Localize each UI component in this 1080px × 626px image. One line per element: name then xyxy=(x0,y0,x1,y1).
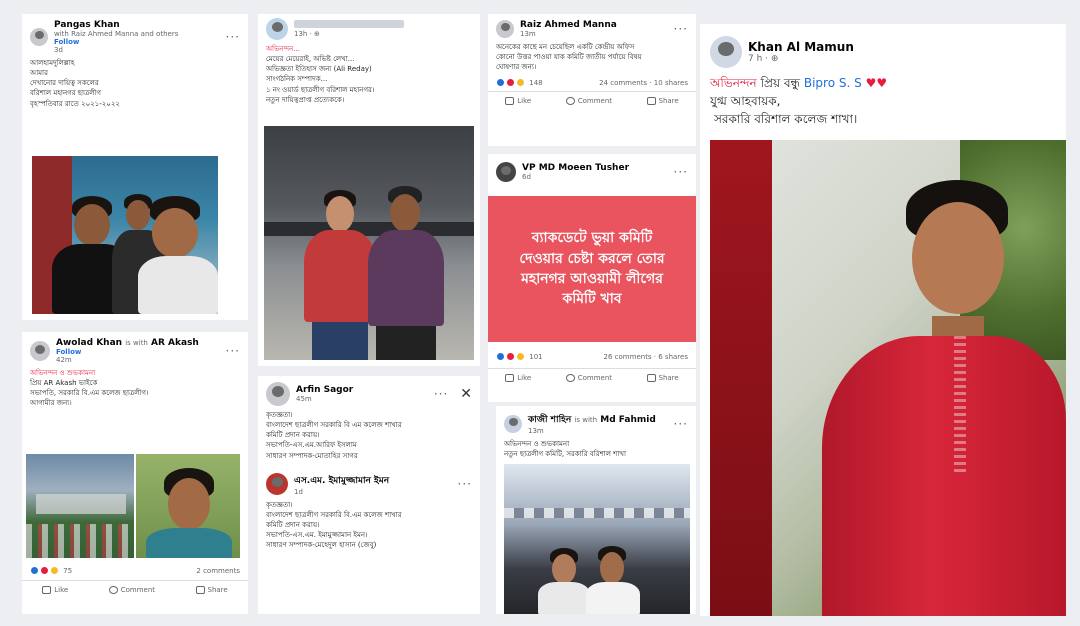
close-icon[interactable]: ✕ xyxy=(460,386,472,402)
follow-link[interactable]: Follow xyxy=(54,38,178,46)
avatar[interactable] xyxy=(30,341,50,361)
author-name[interactable]: এস.এম. ইমামুজ্জামান ইমন xyxy=(294,473,389,488)
more-options-icon[interactable]: ··· xyxy=(458,477,472,491)
comment-button[interactable]: Comment xyxy=(565,374,612,382)
comment-count[interactable]: 26 comments · 6 shares xyxy=(604,353,688,361)
globe-icon: ⊕ xyxy=(770,54,779,64)
author-name[interactable]: Raiz Ahmed Manna xyxy=(520,20,617,30)
post-time: 3d xyxy=(54,46,63,54)
more-options-icon[interactable]: ··· xyxy=(434,387,448,401)
post-text: অভিনন্দন ও শুভকামনা প্রিয় AR Akash ভাইক… xyxy=(30,369,149,408)
like-icon xyxy=(42,586,52,594)
post-kazi-shahin: কাজী শাহিন is with Md Fahmid 13m ··· অভি… xyxy=(496,406,696,614)
post-text: কৃতজ্ঞতা। বাংলাদেশ ছাত্রলীগ সরকারি বি এম… xyxy=(266,411,402,460)
avatar[interactable] xyxy=(266,18,288,40)
reaction-count[interactable]: 148 xyxy=(496,78,543,88)
post-time: 6d xyxy=(522,173,531,181)
post-meta: with Raiz Ahmed Manna and others xyxy=(54,30,179,38)
avatar[interactable] xyxy=(266,382,290,406)
reaction-count[interactable]: 101 xyxy=(496,352,543,361)
post-text: কৃতজ্ঞতা। বাংলাদেশ ছাত্রলীগ সরকারি বি.এম… xyxy=(266,500,402,550)
post-pangas-khan: Pangas Khan with Raiz Ahmed Manna and ot… xyxy=(22,14,248,320)
heart-icon: ♥♥ xyxy=(865,76,888,90)
comment-icon xyxy=(565,97,575,106)
comment-icon xyxy=(565,374,575,382)
author-name[interactable]: Khan Al Mamun xyxy=(748,40,854,54)
post-time: 13m xyxy=(520,30,536,38)
share-button[interactable]: Share xyxy=(646,374,679,382)
text-banner[interactable]: ব্যাকডেটে ভুয়া কমিটি দেওয়ার চেষ্টা করল… xyxy=(488,196,696,342)
friend-prefix: প্রিয় বন্ধু xyxy=(760,76,801,90)
author-name[interactable]: Awolad Khan xyxy=(56,338,122,348)
follow-link[interactable]: Follow xyxy=(56,348,199,356)
author-name[interactable]: Pangas Khan xyxy=(54,20,178,30)
column-4: Khan Al Mamun 7 h · ⊕ অভিনন্দন প্রিয় বন… xyxy=(700,24,1066,616)
like-button[interactable]: Like xyxy=(42,586,68,594)
comment-button[interactable]: Comment xyxy=(565,97,612,106)
column-2: 13h · ⊕ অভিনন্দন... মেয়ের মেয়েরাই, অভি… xyxy=(258,14,480,614)
column-1: Pangas Khan with Raiz Ahmed Manna and ot… xyxy=(22,14,248,614)
like-icon xyxy=(505,374,515,382)
comment-icon xyxy=(108,586,118,594)
comment-count[interactable]: 2 comments xyxy=(196,567,240,575)
like-button[interactable]: Like xyxy=(505,97,531,106)
avatar[interactable] xyxy=(496,20,514,38)
post-line: যুগ্ম আহবায়ক, xyxy=(710,94,781,108)
post-moeen-tusher: VP MD Moeen Tusher 6d ··· ব্যাকডেটে ভুয়… xyxy=(488,154,696,402)
author-name[interactable]: কাজী শাহিন xyxy=(528,415,571,425)
share-button[interactable]: Share xyxy=(195,586,228,594)
share-icon xyxy=(646,97,656,106)
column-3: Raiz Ahmed Manna 13m ··· অনেকের কাছে মন … xyxy=(488,14,696,614)
post-time: 7 h · xyxy=(748,54,769,64)
tagged-friend[interactable]: Bipro S. S xyxy=(804,76,862,90)
more-options-icon[interactable]: ··· xyxy=(226,30,240,44)
comment-button[interactable]: Comment xyxy=(108,586,155,594)
more-options-icon[interactable]: ··· xyxy=(674,417,688,431)
post-photo[interactable] xyxy=(32,156,218,314)
post-awolad-khan: Awolad Khan is with AR Akash Follow 42m … xyxy=(22,332,248,614)
post-time: 45m xyxy=(296,395,312,403)
reaction-count[interactable]: 75 xyxy=(30,566,72,575)
comment-count[interactable]: 24 comments · 10 shares xyxy=(599,79,688,87)
with-text: is with xyxy=(574,416,598,424)
more-options-icon[interactable]: ··· xyxy=(674,22,688,36)
author-name[interactable]: VP MD Moeen Tusher xyxy=(522,163,629,173)
post-text: অভিনন্দন ও শুভকামনা নতুন ছাত্রলীগ কমিটি,… xyxy=(504,440,626,459)
avatar[interactable] xyxy=(496,162,516,182)
post-raiz-ahmed-manna: Raiz Ahmed Manna 13m ··· অনেকের কাছে মন … xyxy=(488,14,696,146)
avatar[interactable] xyxy=(30,28,48,46)
with-text: is with xyxy=(125,339,148,347)
avatar[interactable] xyxy=(266,473,288,496)
post-photo[interactable] xyxy=(710,140,1066,616)
share-button[interactable]: Share xyxy=(646,97,679,106)
more-options-icon[interactable]: ··· xyxy=(226,344,240,358)
like-icon xyxy=(505,97,515,106)
post-time: 42m xyxy=(56,356,72,364)
avatar[interactable] xyxy=(504,414,522,433)
post-line: সরকারি বরিশাল কলেজ শাখা। xyxy=(714,112,858,126)
post-arfin-sagor: Arfin Sagor 45m ··· ✕ কৃতজ্ঞতা। বাংলাদেশ… xyxy=(258,376,480,614)
share-icon xyxy=(195,586,205,594)
post-ward-committee: 13h · ⊕ অভিনন্দন... মেয়ের মেয়েরাই, অভি… xyxy=(258,14,480,366)
post-photo[interactable] xyxy=(264,126,474,360)
post-time: 13m xyxy=(528,427,544,435)
post-text: অভিনন্দন প্রিয় বন্ধু Bipro S. S ♥♥ যুগ্… xyxy=(700,72,1066,130)
tagged-name[interactable]: AR Akash xyxy=(151,338,199,348)
author-name[interactable]: Arfin Sagor xyxy=(296,385,353,395)
author-name[interactable] xyxy=(294,20,404,28)
post-photo-portrait[interactable] xyxy=(136,454,240,558)
post-text: অনেকের কাছে মন চেয়েছিল একটি কেন্দ্রীয় … xyxy=(496,43,642,72)
post-photo-rally[interactable] xyxy=(26,454,134,558)
like-button[interactable]: Like xyxy=(505,374,531,382)
tagged-name[interactable]: Md Fahmid xyxy=(600,415,656,425)
post-time: 1d xyxy=(294,487,303,496)
greeting-text: অভিনন্দন xyxy=(710,76,757,90)
post-text: অভিনন্দন... মেয়ের মেয়েরাই, অভিষ্ট লেখা… xyxy=(266,45,375,104)
more-options-icon[interactable]: ··· xyxy=(674,165,688,179)
post-text: আলহামদুলিল্লাহ আমার দেখানোর দায়িত্ব সকল… xyxy=(30,59,120,108)
post-photo[interactable] xyxy=(504,464,690,614)
share-icon xyxy=(646,374,656,382)
avatar[interactable] xyxy=(710,36,742,68)
